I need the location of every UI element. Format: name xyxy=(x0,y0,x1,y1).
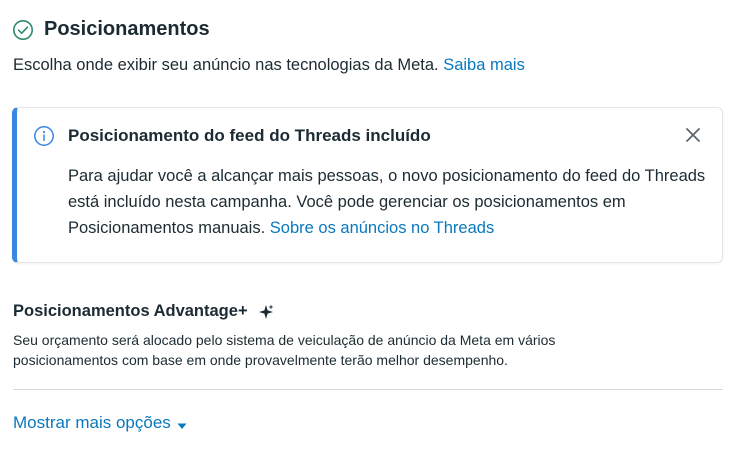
section-subtitle: Escolha onde exibir seu anúncio nas tecn… xyxy=(13,56,525,75)
advantage-title: Posicionamentos Advantage+ xyxy=(13,302,248,320)
learn-more-link[interactable]: Saiba mais xyxy=(443,56,525,74)
banner-body: Para ajudar você a alcançar mais pessoas… xyxy=(68,163,713,241)
divider xyxy=(13,389,723,390)
section-subtitle-text: Escolha onde exibir seu anúncio nas tecn… xyxy=(13,56,439,74)
close-icon[interactable] xyxy=(684,126,702,144)
threads-ads-link[interactable]: Sobre os anúncios no Threads xyxy=(270,219,494,237)
advantage-description: Seu orçamento será alocado pelo sistema … xyxy=(13,332,556,368)
check-circle-icon xyxy=(12,19,34,41)
info-icon xyxy=(33,125,55,147)
advantage-header: Posicionamentos Advantage+ xyxy=(13,302,274,321)
banner-title: Posicionamento do feed do Threads incluí… xyxy=(68,126,431,145)
section-header: Posicionamentos xyxy=(12,18,210,41)
section-title: Posicionamentos xyxy=(44,18,210,40)
threads-info-banner: Posicionamento do feed do Threads incluí… xyxy=(12,107,723,263)
show-more-options-label: Mostrar mais opções xyxy=(13,413,171,432)
sparkle-icon xyxy=(258,304,274,320)
show-more-options-button[interactable]: Mostrar mais opções xyxy=(13,413,187,433)
caret-down-icon xyxy=(177,418,187,429)
